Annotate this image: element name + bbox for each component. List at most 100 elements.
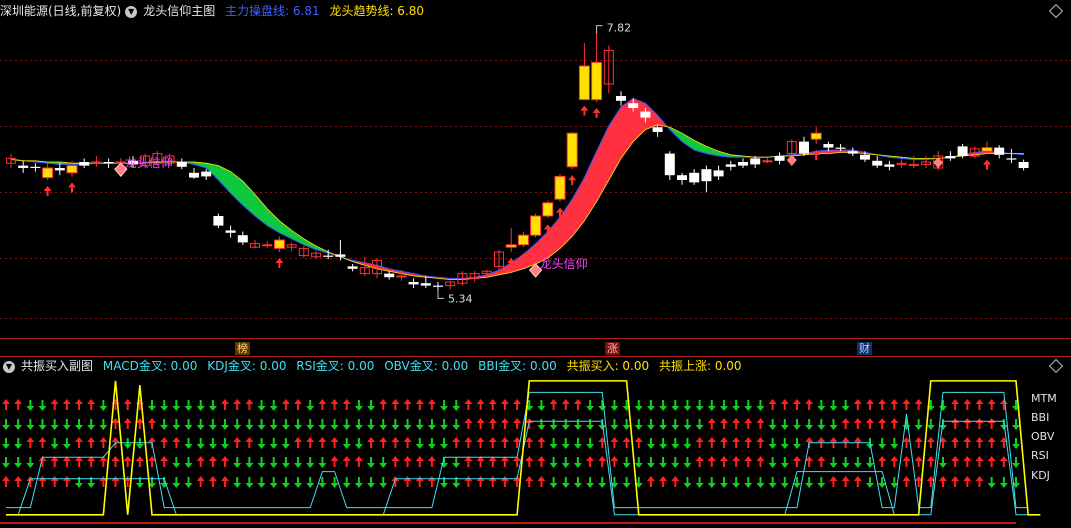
event-marker[interactable]: 财 (857, 342, 872, 355)
down-arrow-icon (561, 419, 570, 430)
buy-arrow-icon (592, 108, 601, 118)
up-arrow-icon (914, 437, 923, 448)
up-arrow-icon (951, 456, 960, 467)
down-arrow-icon (367, 419, 376, 430)
down-arrow-icon (281, 477, 290, 488)
down-arrow-icon (768, 438, 777, 449)
up-arrow-icon (427, 476, 436, 487)
down-arrow-icon (646, 419, 655, 430)
down-arrow-icon (683, 438, 692, 449)
down-arrow-icon (707, 400, 716, 411)
up-arrow-icon (902, 456, 911, 467)
up-arrow-icon (354, 456, 363, 467)
up-arrow-icon (951, 476, 960, 487)
up-arrow-icon (391, 476, 400, 487)
candle (1006, 158, 1017, 160)
down-arrow-icon (817, 419, 826, 430)
up-arrow-icon (610, 437, 619, 448)
up-arrow-icon (987, 456, 996, 467)
down-arrow-icon (2, 457, 10, 468)
down-arrow-icon (756, 477, 765, 488)
down-arrow-icon (549, 457, 558, 468)
up-arrow-icon (318, 399, 327, 410)
down-arrow-icon (1012, 438, 1020, 449)
candle (652, 127, 663, 132)
up-arrow-icon (476, 418, 485, 429)
candle (823, 144, 834, 148)
down-arrow-icon (391, 419, 400, 430)
down-arrow-icon (245, 477, 254, 488)
up-arrow-icon (853, 399, 862, 410)
up-arrow-icon (890, 456, 899, 467)
candle (42, 167, 54, 179)
down-arrow-icon (561, 457, 570, 468)
sub-chart-header: ▼ 共振买入副图 MACD金叉: 0.00 KDJ金叉: 0.00 RSI金叉: … (0, 356, 748, 376)
symbol-title[interactable]: 深圳能源(日线,前复权) (0, 4, 121, 18)
candle (517, 234, 529, 246)
up-arrow-icon (999, 399, 1008, 410)
main-indicator-name[interactable]: 龙头信仰主图 (143, 4, 215, 18)
down-arrow-icon (257, 419, 266, 430)
dropdown-icon[interactable]: ▼ (3, 360, 15, 373)
down-arrow-icon (829, 400, 838, 411)
down-arrow-icon (744, 477, 753, 488)
up-arrow-icon (707, 456, 716, 467)
up-arrow-icon (208, 476, 217, 487)
down-arrow-icon (354, 419, 363, 430)
up-arrow-icon (172, 437, 181, 448)
buy-arrow-icon (568, 175, 577, 186)
up-arrow-icon (695, 437, 704, 448)
up-arrow-icon (476, 399, 485, 410)
buy-arrow-icon (43, 186, 52, 196)
down-arrow-icon (817, 400, 826, 411)
down-arrow-icon (792, 438, 801, 449)
kdj-value: KDJ金叉: 0.00 (207, 359, 287, 373)
event-marker[interactable]: 榜 (235, 342, 250, 355)
signal-label: 龙头信仰 (540, 256, 588, 271)
up-arrow-icon (829, 476, 838, 487)
up-arrow-icon (963, 476, 972, 487)
down-arrow-icon (695, 419, 704, 430)
down-arrow-icon (184, 419, 193, 430)
candle (762, 160, 773, 163)
trend-band-segment (571, 176, 585, 238)
up-arrow-icon (792, 456, 801, 467)
trend-band-segment (547, 216, 561, 259)
sub-indicator-name[interactable]: 共振买入副图 (21, 359, 93, 373)
down-arrow-icon (172, 400, 181, 411)
dropdown-icon[interactable]: ▼ (125, 5, 138, 18)
down-arrow-icon (172, 477, 181, 488)
down-arrow-icon (659, 438, 668, 449)
down-arrow-icon (634, 400, 643, 411)
up-arrow-icon (695, 456, 704, 467)
down-arrow-icon (865, 477, 874, 488)
down-arrow-icon (573, 457, 582, 468)
up-arrow-icon (488, 418, 497, 429)
down-arrow-icon (586, 438, 595, 449)
up-arrow-icon (780, 399, 789, 410)
down-arrow-icon (245, 457, 254, 468)
candle (677, 175, 687, 180)
up-arrow-icon (537, 476, 546, 487)
up-arrow-icon (646, 476, 655, 487)
up-arrow-icon (707, 418, 716, 429)
up-arrow-icon (561, 399, 570, 410)
candle (628, 103, 639, 108)
down-arrow-icon (573, 438, 582, 449)
up-arrow-icon (38, 437, 47, 448)
up-arrow-icon (513, 418, 522, 429)
up-arrow-icon (111, 456, 120, 467)
down-arrow-icon (14, 457, 23, 468)
up-arrow-icon (756, 456, 765, 467)
up-arrow-icon (476, 437, 485, 448)
down-arrow-icon (549, 438, 558, 449)
event-marker[interactable]: 涨 (605, 342, 620, 355)
up-arrow-icon (890, 399, 899, 410)
down-arrow-icon (999, 477, 1008, 488)
down-arrow-icon (172, 457, 181, 468)
up-arrow-icon (938, 476, 947, 487)
up-arrow-icon (513, 399, 522, 410)
down-arrow-icon (208, 400, 217, 411)
down-arrow-icon (233, 477, 242, 488)
buy-arrow-icon (275, 258, 284, 268)
